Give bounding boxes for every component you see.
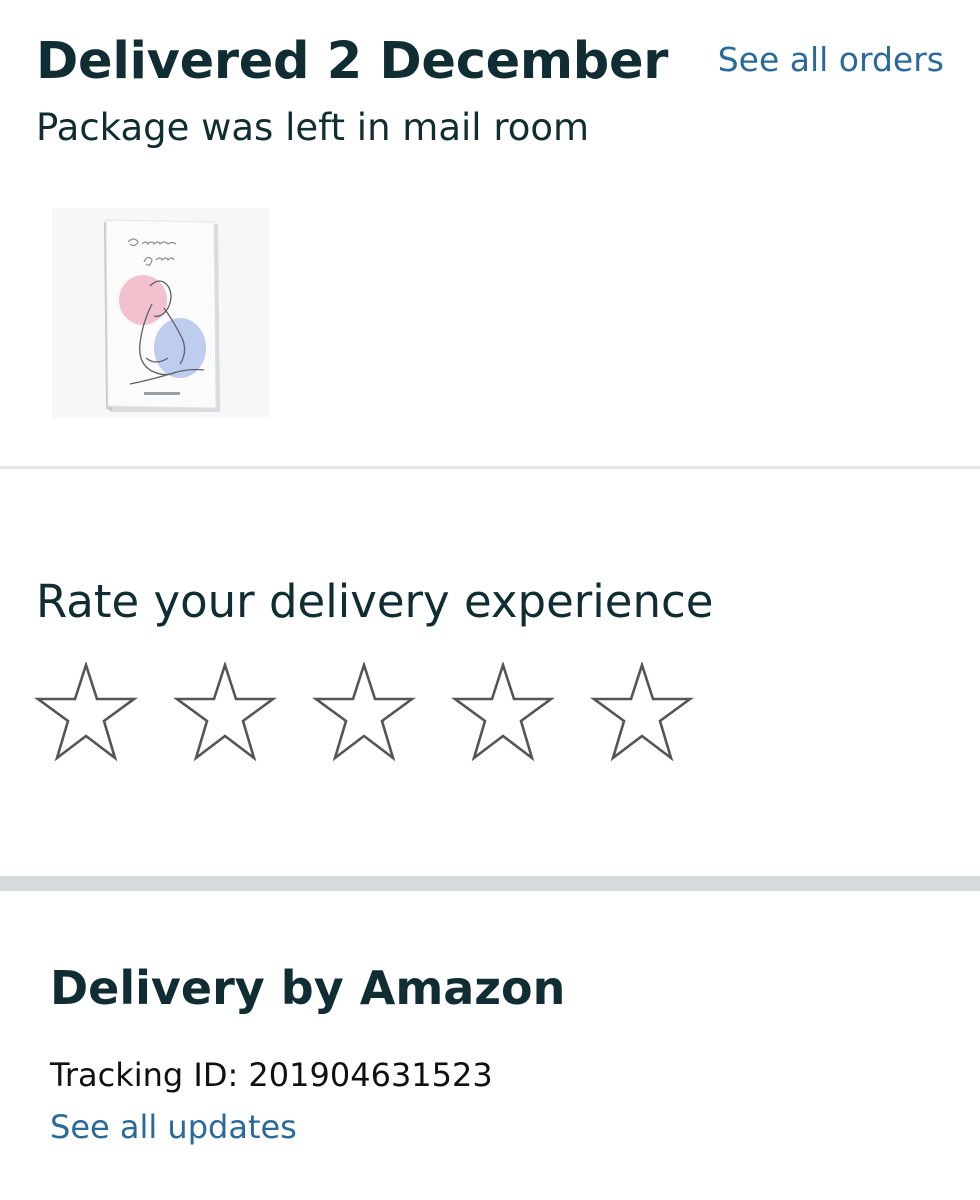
section-divider — [0, 466, 980, 469]
tracking-info: Tracking ID: 201904631523 — [50, 1054, 493, 1096]
tracking-label: Tracking ID: — [50, 1056, 239, 1094]
delivery-status-section: Delivered 2 December See all orders Pack… — [0, 0, 980, 468]
delivery-title: Delivered 2 December — [36, 32, 669, 91]
see-all-orders-link[interactable]: See all orders — [718, 38, 944, 82]
carrier-title: Delivery by Amazon — [50, 961, 566, 1015]
star-rating — [34, 662, 729, 762]
product-thumbnail[interactable] — [52, 208, 270, 418]
star-1-icon[interactable] — [34, 662, 138, 762]
star-5-icon[interactable] — [590, 662, 694, 762]
tracking-id: 201904631523 — [248, 1056, 493, 1094]
book-cover-image — [104, 219, 220, 412]
see-all-updates-link[interactable]: See all updates — [50, 1106, 297, 1148]
star-3-icon[interactable] — [312, 662, 416, 762]
rate-delivery-title: Rate your delivery experience — [36, 575, 714, 628]
delivery-status-text: Package was left in mail room — [36, 106, 590, 149]
section-divider-thick — [0, 876, 980, 891]
star-2-icon[interactable] — [173, 662, 277, 762]
star-4-icon[interactable] — [451, 662, 555, 762]
